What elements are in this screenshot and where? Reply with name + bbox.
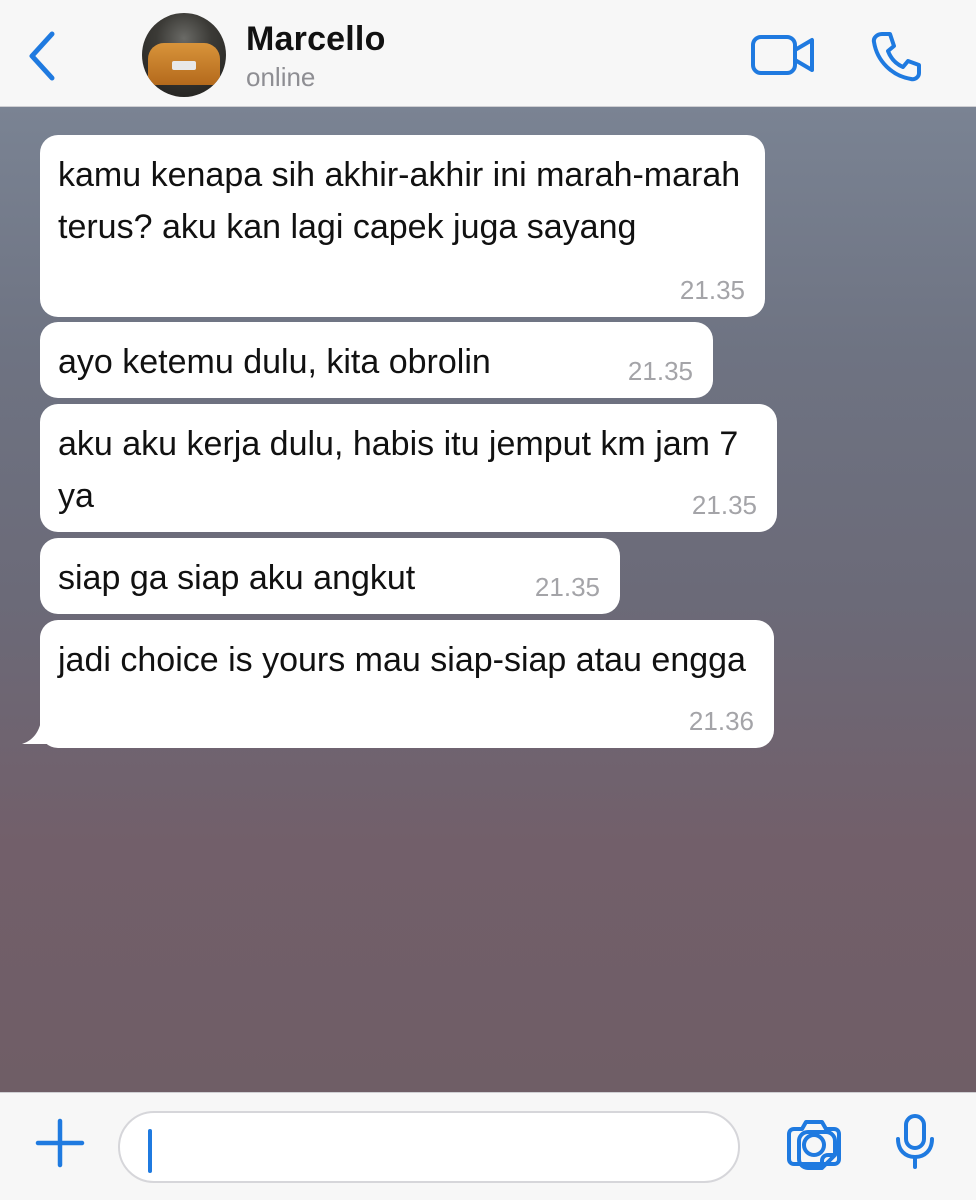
avatar[interactable] (142, 13, 226, 97)
phone-icon (871, 32, 921, 82)
chevron-left-icon (29, 31, 55, 81)
camera-icon (787, 1120, 841, 1166)
message-text: ayo ketemu dulu, kita obrolin (58, 343, 491, 381)
microphone-button[interactable] (894, 1113, 936, 1171)
back-button[interactable] (22, 28, 66, 84)
camera-button[interactable] (786, 1119, 842, 1167)
contact-status: online (246, 62, 316, 92)
message-text: aku aku kerja dulu, habis itu jemput km … (58, 425, 739, 515)
voice-call-button[interactable] (868, 28, 924, 84)
input-bar (0, 1092, 976, 1200)
message-time: 21.35 (627, 356, 693, 386)
contact-name[interactable]: Marcello (246, 20, 386, 59)
message-input[interactable] (118, 1111, 837, 1183)
video-call-button[interactable] (750, 30, 816, 80)
video-camera-icon (751, 35, 814, 75)
message-bubble[interactable]: kamu kenapa sih akhir-akhir ini marah-ma… (40, 135, 765, 317)
message-text: siap ga siap aku angkut (58, 559, 416, 597)
microphone-icon (896, 1114, 934, 1169)
message-bubble[interactable]: jadi choice is yours mau siap-siap atau … (40, 620, 774, 748)
message-text: jadi choice is yours mau siap-siap atau … (58, 641, 746, 679)
message-bubble[interactable]: ayo ketemu dulu, kita obrolin 21.35 (40, 322, 713, 398)
message-time: 21.35 (679, 275, 745, 305)
message-bubble[interactable]: siap ga siap aku angkut 21.35 (40, 538, 620, 614)
attach-button[interactable] (34, 1117, 86, 1169)
text-cursor (148, 1129, 152, 1173)
message-time: 21.35 (534, 572, 600, 602)
chat-header: Marcello online (0, 0, 976, 107)
message-bubble[interactable]: aku aku kerja dulu, habis itu jemput km … (40, 404, 777, 532)
message-time: 21.35 (691, 490, 757, 520)
message-text: kamu kenapa sih akhir-akhir ini marah-ma… (58, 156, 741, 246)
plus-icon (35, 1118, 85, 1168)
message-time: 21.36 (688, 706, 754, 736)
